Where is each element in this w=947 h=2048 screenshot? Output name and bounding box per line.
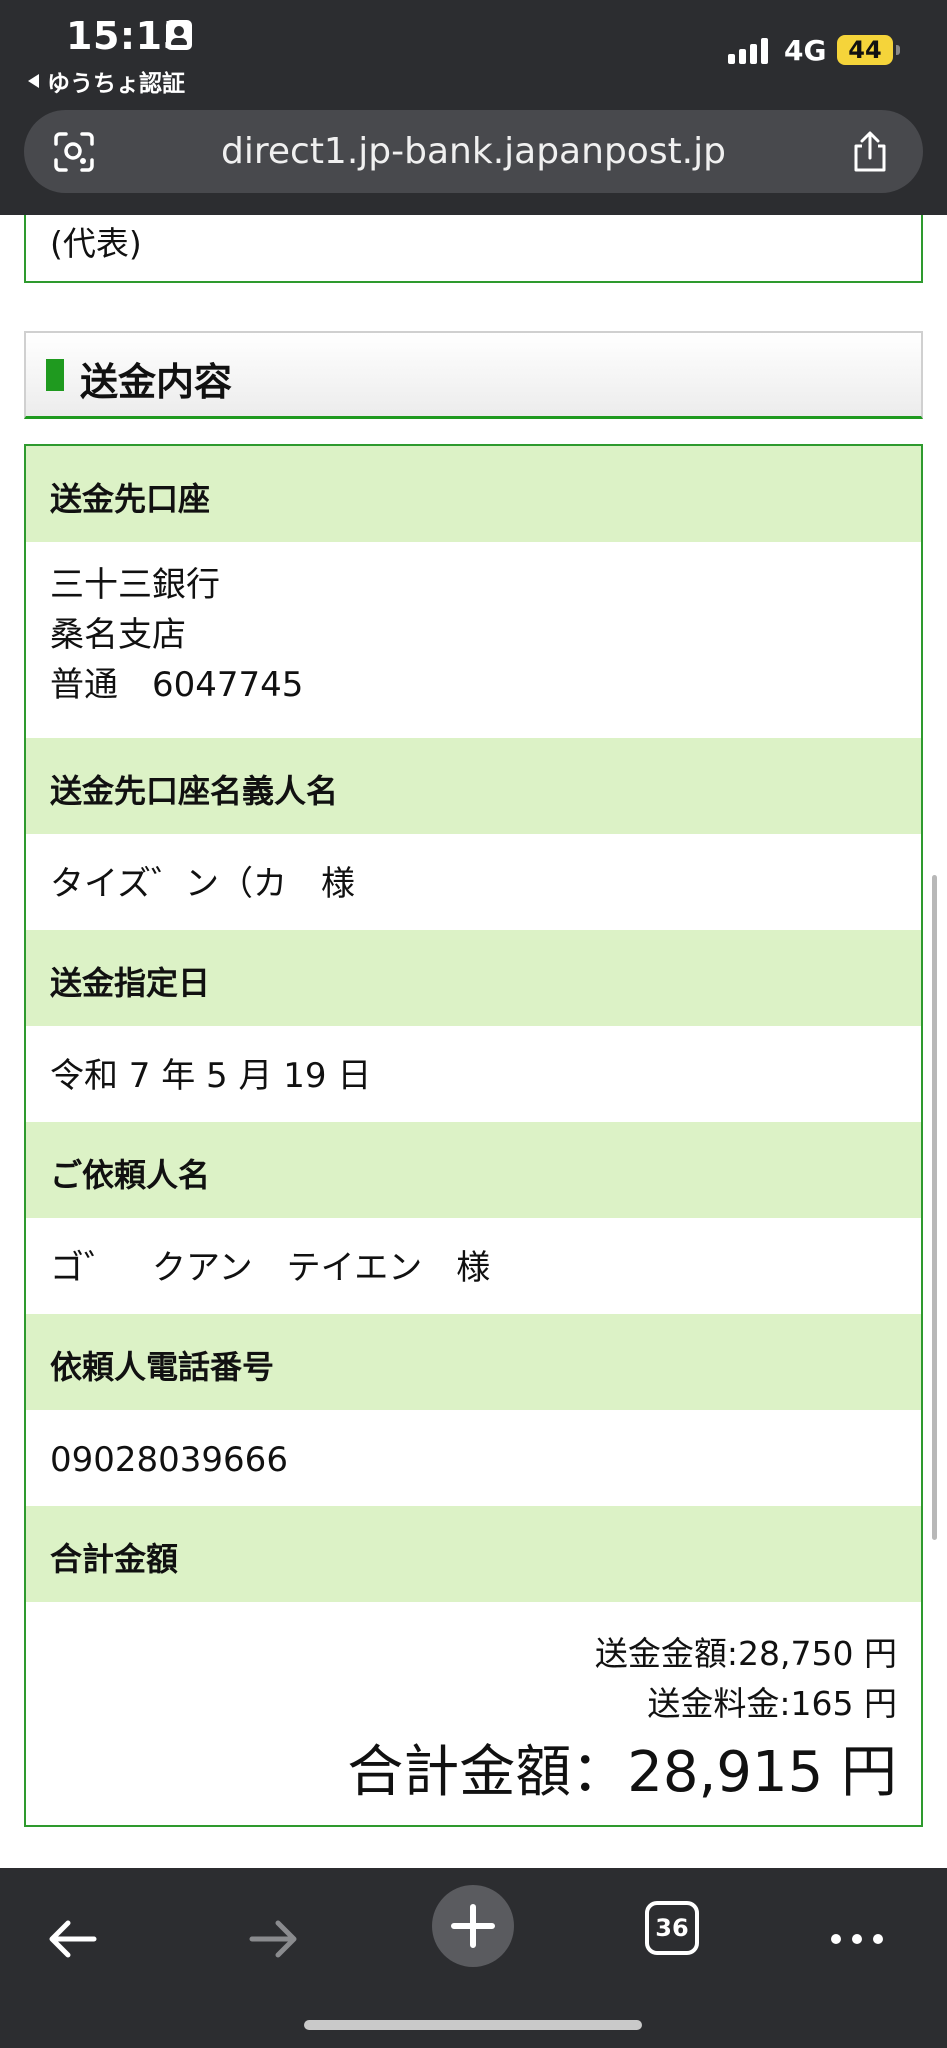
total-amount: 合計金額：28,915 円 bbox=[347, 1740, 897, 1805]
back-triangle-icon bbox=[28, 74, 39, 88]
address-bar[interactable]: direct1.jp-bank.japanpost.jp bbox=[24, 110, 923, 193]
url-text[interactable]: direct1.jp-bank.japanpost.jp bbox=[24, 110, 923, 193]
destination-account-value: 三十三銀行 桑名支店 普通 6047745 bbox=[50, 560, 303, 710]
row-label-requester-phone: 依頼人電話番号 bbox=[26, 1314, 921, 1410]
battery-icon: 44 bbox=[837, 35, 893, 65]
requester-phone-value: 09028039666 bbox=[50, 1440, 288, 1480]
tab-switcher-button[interactable]: 36 bbox=[645, 1901, 699, 1955]
row-label-account-holder: 送金先口座名義人名 bbox=[26, 738, 921, 834]
home-indicator[interactable] bbox=[304, 2020, 642, 2030]
more-options-icon[interactable] bbox=[822, 1904, 892, 1974]
branch-name: 桑名支店 bbox=[50, 615, 186, 655]
row-label-total-amount: 合計金額 bbox=[26, 1506, 921, 1602]
section-marker bbox=[46, 359, 64, 391]
transfer-date-value: 令和 7 年 5 月 19 日 bbox=[50, 1056, 372, 1096]
plus-icon bbox=[451, 1904, 495, 1948]
row-label-transfer-date: 送金指定日 bbox=[26, 930, 921, 1026]
account-number: 普通 6047745 bbox=[50, 665, 304, 705]
page-scrollbar[interactable] bbox=[932, 875, 937, 1540]
battery-tip bbox=[896, 45, 900, 55]
contact-card-icon bbox=[166, 20, 192, 50]
section-title: 送金内容 bbox=[80, 360, 233, 404]
previous-section-text: (代表) bbox=[50, 224, 142, 263]
transfer-details-table: 送金先口座 三十三銀行 桑名支店 普通 6047745 送金先口座名義人名 タイ… bbox=[24, 444, 923, 1827]
requester-name-value: ゴ゛ クアン テイエン 様 bbox=[50, 1248, 491, 1288]
share-icon[interactable] bbox=[848, 130, 892, 174]
back-app-label: ゆうちょ認証 bbox=[47, 71, 185, 97]
bank-name: 三十三銀行 bbox=[50, 565, 220, 605]
cellular-signal-icon bbox=[728, 38, 768, 64]
new-tab-button[interactable] bbox=[432, 1885, 514, 1967]
account-holder-value: タイズ゛ン（カ 様 bbox=[50, 864, 355, 904]
status-bar: 15:15 ゆうちょ認証 4G 44 bbox=[0, 0, 947, 105]
forward-arrow-icon[interactable] bbox=[238, 1904, 308, 1974]
row-label-requester-name: ご依頼人名 bbox=[26, 1122, 921, 1218]
row-label-destination-account: 送金先口座 bbox=[26, 446, 921, 542]
browser-top-bar: 15:15 ゆうちょ認証 4G 44 direct1.jp-bank.japan… bbox=[0, 0, 947, 215]
browser-bottom-toolbar: 36 bbox=[0, 1868, 947, 2048]
web-content: (代表) 送金内容 送金先口座 三十三銀行 桑名支店 普通 6047745 送金… bbox=[0, 215, 947, 1868]
previous-section-box: (代表) bbox=[24, 215, 923, 283]
transfer-amount: 送金金額:28,750 円 bbox=[594, 1634, 897, 1673]
section-header: 送金内容 bbox=[24, 331, 923, 419]
transfer-fee: 送金料金:165 円 bbox=[647, 1684, 897, 1723]
back-to-app-link[interactable]: ゆうちょ認証 bbox=[28, 64, 185, 98]
network-type: 4G bbox=[784, 34, 827, 67]
back-arrow-icon[interactable] bbox=[38, 1904, 108, 1974]
